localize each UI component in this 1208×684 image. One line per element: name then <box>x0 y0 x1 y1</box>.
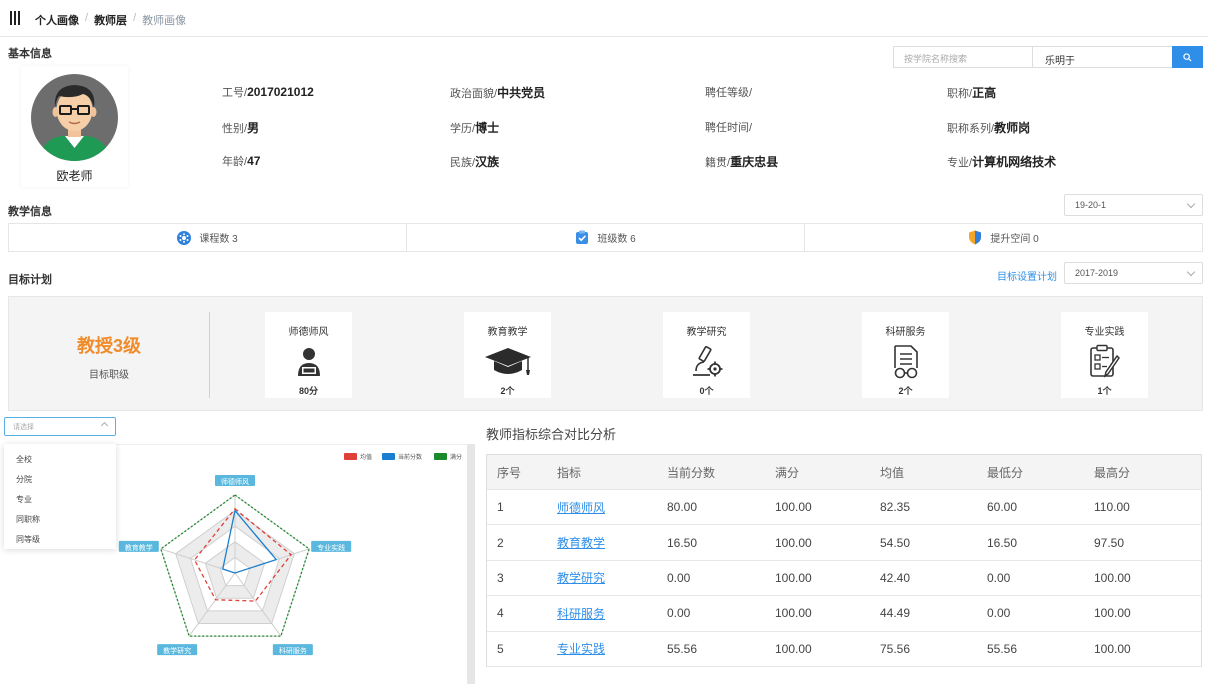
info-gender: 性别/男 <box>222 121 260 135</box>
goal-card-service[interactable]: 科研服务 2个 <box>862 312 949 398</box>
legend-swatch <box>344 453 357 460</box>
teaching-stats-bar: 课程数 3 班级数 6 提升空间 0 <box>8 223 1203 252</box>
breadcrumb-item: 教师画像 <box>142 15 187 27</box>
target-level-label: 目标职级 <box>89 370 129 381</box>
legend-label: 满分 <box>450 453 462 461</box>
avatar-card: 欧老师 <box>21 66 128 187</box>
breadcrumb-item[interactable]: 教师层 <box>94 12 127 28</box>
info-ethnicity: 民族/汉族 <box>450 155 500 169</box>
scope-dropdown: 全校 分院 专业 同职称 同等级 <box>4 444 116 549</box>
info-appoint-time: 聘任时间/ <box>705 122 753 134</box>
indicator-link[interactable]: 专业实践 <box>557 642 605 656</box>
avatar-name: 欧老师 <box>56 169 93 183</box>
indicator-link[interactable]: 科研服务 <box>557 607 605 621</box>
info-job-id: 工号/2017021012 <box>222 85 314 99</box>
info-age: 年龄/47 <box>222 154 261 168</box>
table-title: 教师指标综合对比分析 <box>486 427 617 442</box>
search-button[interactable] <box>1172 46 1203 68</box>
scope-select[interactable]: 请选择 <box>4 417 116 436</box>
table-row: 2 教育教学 16.50 100.00 54.50 16.50 97.50 <box>487 525 1201 561</box>
college-search-input[interactable]: 按学院名称搜索 <box>893 46 1033 68</box>
radar-label: 专业实践 <box>317 543 345 552</box>
radar-label: 科研服务 <box>279 646 307 655</box>
menu-icon[interactable] <box>10 11 20 25</box>
course-icon <box>177 230 192 245</box>
microscope-icon <box>692 346 722 377</box>
goal-setting-link[interactable]: 目标设置计划 <box>997 268 1057 283</box>
divider <box>209 312 210 398</box>
graduation-cap-icon <box>484 348 531 375</box>
research-doc-icon <box>893 345 918 379</box>
indicator-link[interactable]: 教育教学 <box>557 536 605 550</box>
radar-label: 教育教学 <box>125 543 153 552</box>
chevron-up-icon <box>100 421 109 430</box>
table-row: 3 教学研究 0.00 100.00 42.40 0.00 100.00 <box>487 561 1201 597</box>
radar-label: 师德师风 <box>221 477 249 486</box>
info-title: 职称/正高 <box>947 86 997 100</box>
basic-info-title: 基本信息 <box>8 48 52 60</box>
scope-option[interactable]: 全校 <box>4 450 116 470</box>
indicator-link[interactable]: 师德师风 <box>557 501 605 515</box>
scope-option[interactable]: 分院 <box>4 470 116 490</box>
table-row: 4 科研服务 0.00 100.00 44.49 0.00 100.00 <box>487 596 1201 632</box>
goal-card-research[interactable]: 教学研究 0个 <box>663 312 750 398</box>
class-icon <box>576 230 589 244</box>
legend-swatch <box>434 453 447 460</box>
term-select[interactable]: 19-20-1 <box>1064 194 1203 216</box>
chart-scrollbar[interactable] <box>467 444 475 684</box>
teaching-info-title: 教学信息 <box>8 206 52 218</box>
info-title-series: 职称系列/教师岗 <box>947 121 1031 135</box>
goal-panel: 教授3级 目标职级 师德师风 80分 教育教学 2个 教学研究 0个 科研服务 … <box>8 296 1203 411</box>
avatar <box>31 74 118 161</box>
scope-option[interactable]: 同职称 <box>4 510 116 530</box>
legend-label: 当前分数 <box>398 453 422 461</box>
info-major: 专业/计算机网络技术 <box>947 155 1057 169</box>
info-appoint-level: 聘任等级/ <box>705 87 753 99</box>
table-row: 5 专业实践 55.56 100.00 75.56 55.56 100.00 <box>487 632 1201 667</box>
improve-space[interactable]: 提升空间 0 <box>805 224 1202 251</box>
target-level-value: 教授3级 <box>76 336 141 356</box>
indicator-link[interactable]: 教学研究 <box>557 571 605 585</box>
info-origin: 籍贯/重庆忠县 <box>705 155 779 169</box>
chevron-down-icon <box>1186 267 1196 277</box>
table-header: 序号 指标 当前分数 满分 均值 最低分 最高分 <box>487 455 1201 490</box>
goal-plan-title: 目标计划 <box>8 274 52 286</box>
scope-option[interactable]: 专业 <box>4 490 116 510</box>
goal-card-ethics[interactable]: 师德师风 80分 <box>265 312 352 398</box>
course-count[interactable]: 课程数 3 <box>9 224 407 251</box>
goal-card-education[interactable]: 教育教学 2个 <box>464 312 551 398</box>
info-political: 政治面貌/中共党员 <box>450 86 546 100</box>
radar-label: 教学研究 <box>163 646 191 655</box>
breadcrumb: 个人画像 / 教师层 / 教师画像 <box>35 12 187 28</box>
practice-icon <box>1089 344 1120 378</box>
scope-option[interactable]: 同等级 <box>4 530 116 550</box>
teacher-icon <box>297 348 320 376</box>
legend-label: 均值 <box>360 453 372 461</box>
shield-icon <box>969 230 982 245</box>
goal-card-practice[interactable]: 专业实践 1个 <box>1061 312 1148 398</box>
comparison-table: 序号 指标 当前分数 满分 均值 最低分 最高分 1 师德师风 80.00 100.00 82.35… <box>486 454 1202 667</box>
teacher-search-input[interactable]: 乐明于 <box>1032 46 1173 68</box>
class-count[interactable]: 班级数 6 <box>407 224 805 251</box>
info-education: 学历/博士 <box>450 121 500 135</box>
top-bar: 个人画像 / 教师层 / 教师画像 <box>0 0 1208 37</box>
breadcrumb-item[interactable]: 个人画像 <box>35 12 79 28</box>
legend-swatch <box>382 453 395 460</box>
search-icon <box>1183 52 1192 62</box>
table-row: 1 师德师风 80.00 100.00 82.35 60.00 110.00 <box>487 490 1201 526</box>
target-level: 教授3级 目标职级 <box>54 332 164 381</box>
chevron-down-icon <box>1186 199 1196 209</box>
period-select[interactable]: 2017-2019 <box>1064 262 1203 284</box>
